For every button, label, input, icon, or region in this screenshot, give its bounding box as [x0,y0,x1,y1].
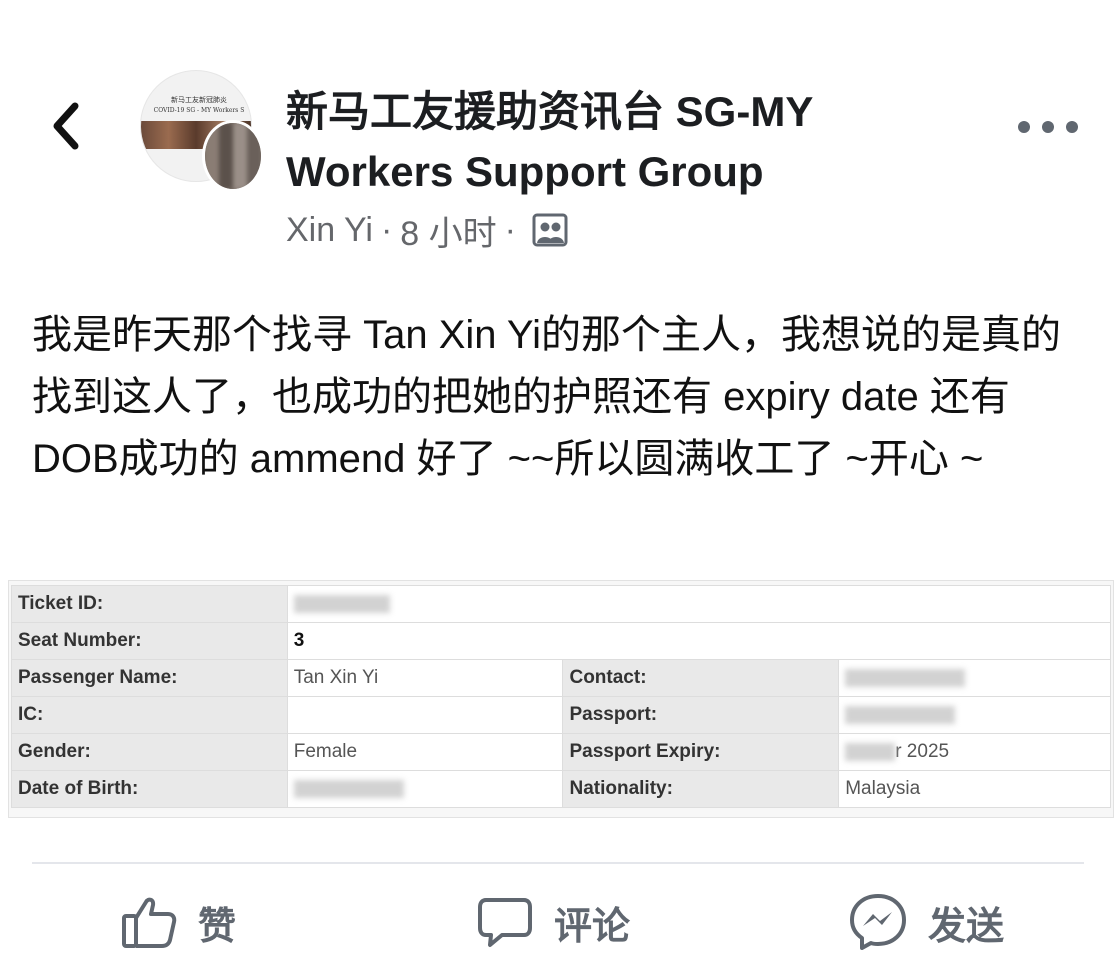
ic-value [286,696,564,734]
post-text: 我是昨天那个找寻 Tan Xin Yi的那个主人，我想说的是真的找到这人了，也成… [32,313,1062,481]
redacted-expiry-month [845,742,896,761]
more-dot [1042,121,1054,133]
ticket-row: Seat Number: 3 [11,622,1112,660]
seat-label: Seat Number: [11,622,288,660]
ticket-id-label: Ticket ID: [11,585,288,623]
nationality-label: Nationality: [562,770,840,808]
avatar-text-line1: 新马工友新冠肺炎 [171,96,227,104]
post-time[interactable]: 8 小时 [400,206,496,255]
ticket-id-value [286,585,1112,623]
ticket-row: Passenger Name: Tan Xin Yi Contact: [11,659,1111,697]
seat-value: 3 [286,622,1112,660]
passenger-name-label: Passenger Name: [11,659,288,697]
ticket-row: Gender: Female Passport Expiry: r 2025 [11,733,1111,771]
nationality-value: Malaysia [838,770,1111,808]
group-audience-icon [532,213,568,247]
group-name[interactable]: 新马工友援助资讯台 SG-MY Workers Support Group [286,82,926,202]
redacted-ticket-id [293,594,390,613]
ticket-row: Date of Birth: Nationality: Malaysia [11,770,1111,808]
author-name[interactable]: Xin Yi [286,211,373,250]
share-button[interactable]: 发送 [848,890,1004,954]
passport-expiry-label: Passport Expiry: [562,733,840,771]
post-meta: Xin Yi · 8 小时 · [286,206,568,254]
redacted-passport [845,705,956,724]
like-label: 赞 [198,905,237,948]
ticket-row: IC: Passport: [11,696,1111,734]
chevron-left-icon [51,102,81,154]
comment-label: 评论 [554,905,631,948]
ic-label: IC: [11,696,288,734]
thumbs-up-icon [120,894,178,950]
passport-label: Passport: [562,696,840,734]
ticket-table: Ticket ID: Seat Number: 3 Passenger Name… [11,585,1112,808]
dob-label: Date of Birth: [11,770,288,808]
contact-value [838,659,1111,697]
passport-expiry-visible: r 2025 [895,741,950,762]
meta-separator: · [380,210,393,249]
more-dot [1018,121,1030,133]
passport-expiry-value: r 2025 [838,733,1111,771]
ticket-image[interactable]: Ticket ID: Seat Number: 3 Passenger Name… [8,580,1114,818]
comment-bubble-icon [476,894,534,950]
redacted-dob [293,779,404,798]
contact-label: Contact: [562,659,840,697]
more-dot [1066,121,1078,133]
like-button[interactable]: 赞 [120,890,236,954]
passenger-name-value: Tan Xin Yi [286,659,564,697]
author-avatar[interactable] [202,120,264,192]
back-button[interactable] [44,100,88,156]
meta-separator-2: · [504,210,516,249]
ticket-row: Ticket ID: [11,585,1112,623]
dob-value [286,770,564,808]
messenger-icon [848,892,908,952]
author-avatar-blurred [205,123,261,189]
actions-divider [32,862,1084,864]
gender-label: Gender: [11,733,288,771]
gender-value: Female [286,733,564,771]
avatar-text-line2: COVID-19 SG - MY Workers S [153,107,245,114]
comment-button[interactable]: 评论 [476,890,630,954]
more-options-button[interactable] [1018,112,1078,142]
share-label: 发送 [928,905,1005,948]
passport-value [838,696,1111,734]
redacted-contact [845,668,966,687]
